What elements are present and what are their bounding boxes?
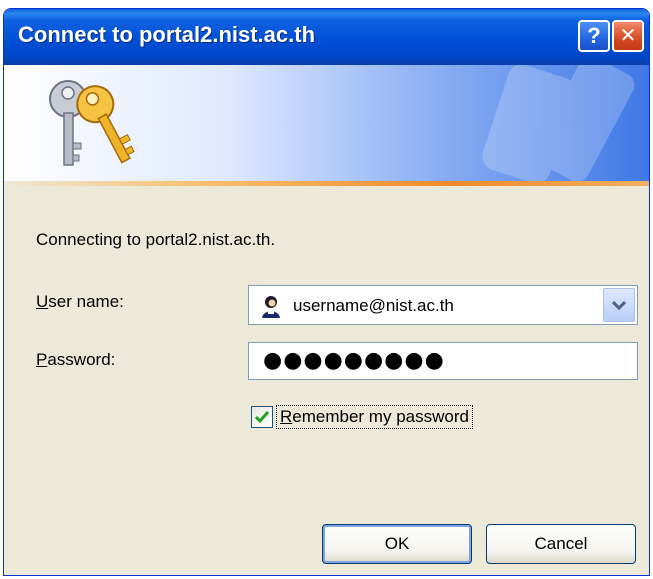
connecting-message: Connecting to portal2.nist.ac.th.: [36, 230, 276, 249]
close-button[interactable]: ✕: [612, 20, 644, 52]
cancel-button[interactable]: Cancel: [486, 524, 636, 564]
password-value: ●●●●●●●●●: [263, 348, 445, 373]
remember-password-label[interactable]: Remember my password: [276, 405, 473, 429]
ok-button[interactable]: OK: [322, 524, 472, 564]
keys-icon: [49, 80, 135, 166]
password-label: Password:: [36, 350, 115, 370]
checkmark-icon: [254, 411, 270, 424]
username-label: User name:: [36, 292, 124, 312]
user-icon: [262, 296, 280, 318]
username-value: username@nist.ac.th: [293, 296, 454, 315]
remember-label-text: emember my password: [292, 407, 469, 426]
window-title: Connect to portal2.nist.ac.th: [18, 22, 316, 47]
password-label-text: assword:: [47, 350, 116, 369]
username-label-text: ser name:: [48, 292, 124, 311]
username-combobox[interactable]: username@nist.ac.th: [248, 285, 638, 325]
help-button[interactable]: ?: [578, 20, 610, 52]
chevron-down-icon: [612, 300, 626, 311]
dropdown-button[interactable]: [603, 288, 635, 322]
remember-password-checkbox[interactable]: [251, 406, 273, 428]
password-field[interactable]: ●●●●●●●●●: [248, 342, 638, 380]
keys-watermark-icon: [482, 65, 635, 181]
password-accesskey: P: [36, 350, 48, 369]
username-accesskey: U: [36, 292, 49, 311]
remember-accesskey: R: [280, 407, 293, 426]
login-dialog: Connect to portal2.nist.ac.th ? ✕ Connec…: [3, 8, 650, 576]
banner-accent-line: [4, 181, 649, 186]
title-bar[interactable]: Connect to portal2.nist.ac.th ? ✕: [4, 9, 649, 65]
